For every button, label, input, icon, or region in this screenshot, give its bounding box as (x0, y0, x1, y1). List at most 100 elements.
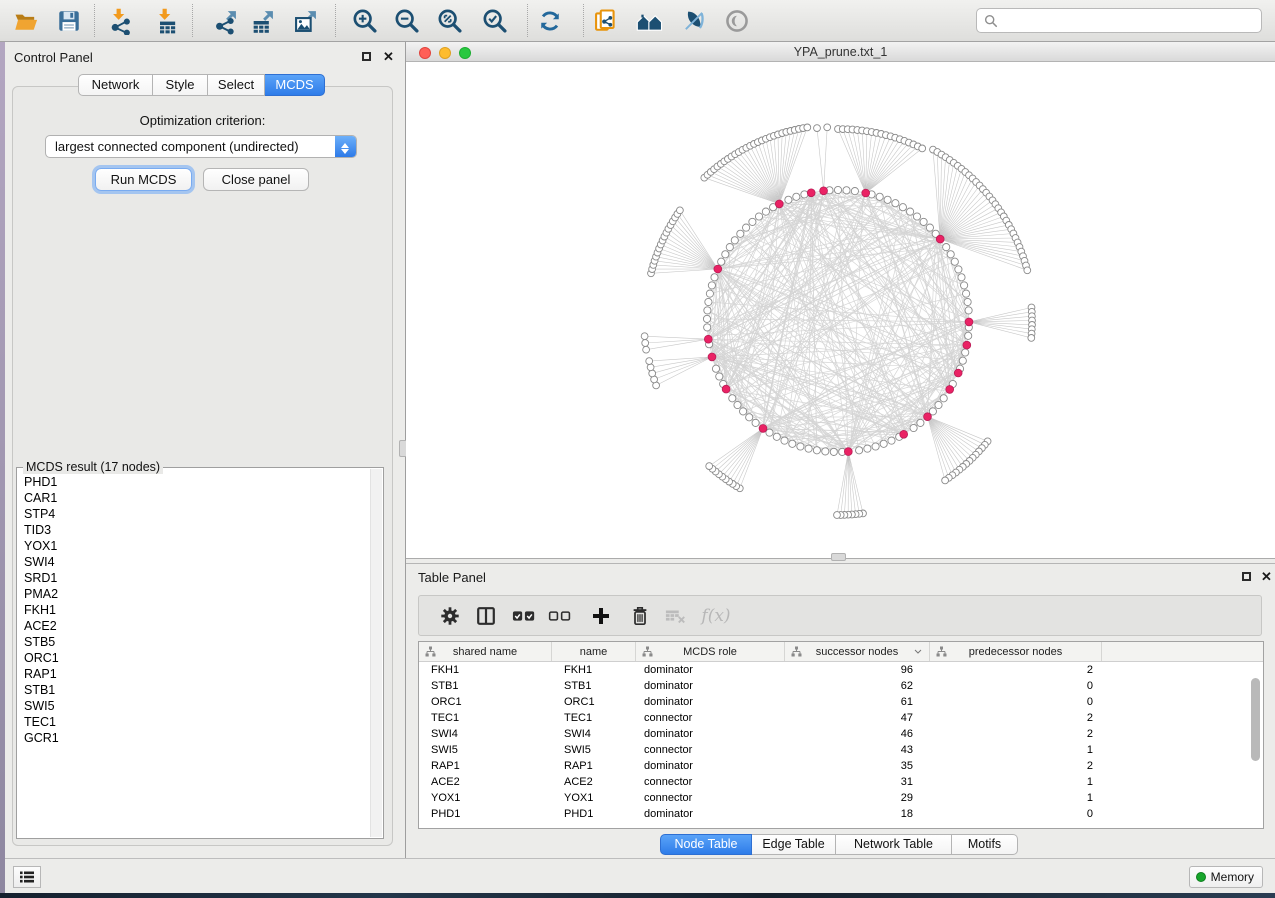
tab-network-table[interactable]: Network Table (836, 834, 952, 855)
mcds-result-item[interactable]: ORC1 (18, 650, 370, 666)
control-panel: Control Panel ✕ NetworkStyleSelectMCDS O… (5, 42, 400, 858)
mcds-result-item[interactable]: CAR1 (18, 490, 370, 506)
export-network-icon[interactable] (209, 4, 243, 38)
float-panel-icon[interactable] (362, 52, 371, 61)
search-icon (984, 14, 998, 28)
tab-network[interactable]: Network (78, 74, 153, 96)
mcds-scrollbar[interactable] (370, 469, 382, 837)
table-row[interactable]: RAP1RAP1dominator352 (419, 758, 1263, 774)
mcds-result-item[interactable]: PHD1 (18, 474, 370, 490)
mcds-result-item[interactable]: ACE2 (18, 618, 370, 634)
export-image-icon[interactable] (289, 4, 323, 38)
table-row[interactable]: FKH1FKH1dominator962 (419, 662, 1263, 678)
toolbar-separator (527, 4, 528, 37)
zoom-out-icon[interactable] (390, 4, 424, 38)
criterion-dropdown[interactable]: largest connected component (undirected) (45, 135, 357, 158)
search-input[interactable] (1003, 13, 1261, 29)
table-cell: 1 (930, 774, 1102, 790)
table-cell: ORC1 (419, 694, 552, 710)
column-header-predecessor-nodes[interactable]: predecessor nodes (930, 642, 1102, 661)
open-file-icon[interactable] (9, 4, 43, 38)
refresh-icon[interactable] (533, 4, 567, 38)
table-scrollbar-thumb[interactable] (1251, 678, 1260, 761)
table-cell: SWI5 (552, 742, 636, 758)
table-cell: RAP1 (419, 758, 552, 774)
control-panel-title: Control Panel (14, 50, 93, 65)
close-panel-button[interactable]: Close panel (203, 168, 309, 191)
run-mcds-button[interactable]: Run MCDS (95, 168, 192, 191)
horizontal-splitter-handle[interactable] (831, 553, 846, 561)
folder-back (16, 15, 35, 20)
save-session-icon[interactable] (52, 4, 86, 38)
tab-edge-table[interactable]: Edge Table (752, 834, 836, 855)
delete-column-icon[interactable] (627, 603, 653, 629)
task-history-button[interactable] (13, 866, 41, 888)
mcds-result-item[interactable]: STP4 (18, 506, 370, 522)
network-view[interactable] (406, 62, 1275, 559)
mcds-result-item[interactable]: SRD1 (18, 570, 370, 586)
toolbar-separator (94, 4, 95, 37)
table-cell: ORC1 (552, 694, 636, 710)
network-graph (406, 62, 1275, 559)
tab-mcds[interactable]: MCDS (265, 74, 325, 96)
show-columns-icon[interactable] (473, 603, 499, 629)
export-web-icon[interactable] (589, 4, 623, 38)
table-row[interactable]: PHD1PHD1dominator180 (419, 806, 1263, 822)
mcds-result-item[interactable]: SWI5 (18, 698, 370, 714)
table-row[interactable]: SWI4SWI4dominator462 (419, 726, 1263, 742)
column-header-successor-nodes[interactable]: successor nodes (785, 642, 930, 661)
table-settings-gear-icon[interactable] (437, 603, 463, 629)
mcds-result-item[interactable]: PMA2 (18, 586, 370, 602)
mcds-result-item[interactable]: TID3 (18, 522, 370, 538)
table-row[interactable]: YOX1YOX1connector291 (419, 790, 1263, 806)
table-row[interactable]: SWI5SWI5connector431 (419, 742, 1263, 758)
table-row[interactable]: ORC1ORC1dominator610 (419, 694, 1263, 710)
export-table-icon[interactable] (246, 4, 280, 38)
mcds-result-item[interactable]: FKH1 (18, 602, 370, 618)
import-network-icon[interactable] (104, 4, 138, 38)
column-header-shared-name[interactable]: shared name (419, 642, 552, 661)
select-all-icon[interactable] (511, 603, 537, 629)
import-table-icon[interactable] (150, 4, 184, 38)
table-cell: 2 (930, 726, 1102, 742)
close-panel-icon[interactable]: ✕ (1261, 571, 1272, 582)
mcds-result-item[interactable]: SWI4 (18, 554, 370, 570)
table-panel: Table Panel ✕ f(x) (406, 563, 1275, 858)
table-cell: 2 (930, 758, 1102, 774)
table-cell: connector (636, 742, 785, 758)
zoom-in-icon[interactable] (348, 4, 382, 38)
home-icon[interactable] (633, 4, 667, 38)
mcds-result-item[interactable]: YOX1 (18, 538, 370, 554)
table-cell: 2 (930, 662, 1102, 678)
mcds-result-item[interactable]: TEC1 (18, 714, 370, 730)
table-row[interactable]: TEC1TEC1connector472 (419, 710, 1263, 726)
table-row[interactable]: ACE2ACE2connector311 (419, 774, 1263, 790)
table-cell: dominator (636, 678, 785, 694)
table-cell: RAP1 (552, 758, 636, 774)
mcds-result-item[interactable]: RAP1 (18, 666, 370, 682)
optimization-criterion-label: Optimization criterion: (5, 113, 400, 128)
tab-node-table[interactable]: Node Table (660, 834, 752, 855)
create-column-icon[interactable] (588, 603, 614, 629)
zoom-selected-icon[interactable] (478, 4, 512, 38)
memory-button[interactable]: Memory (1189, 866, 1263, 888)
table-row[interactable]: STB1STB1dominator620 (419, 678, 1263, 694)
column-header-name[interactable]: name (552, 642, 636, 661)
mcds-result-item[interactable]: GCR1 (18, 730, 370, 746)
tab-select[interactable]: Select (208, 74, 265, 96)
table-cell: FKH1 (419, 662, 552, 678)
deselect-all-icon[interactable] (547, 603, 573, 629)
mcds-result-item[interactable]: STB1 (18, 682, 370, 698)
mcds-result-item[interactable]: STB5 (18, 634, 370, 650)
zoom-fit-icon[interactable] (433, 4, 467, 38)
float-panel-icon[interactable] (1242, 572, 1251, 581)
tab-motifs[interactable]: Motifs (952, 834, 1018, 855)
status-bar: Memory (5, 858, 1275, 893)
graphics-details-icon[interactable] (677, 4, 711, 38)
network-window-titlebar: YPA_prune.txt_1 (406, 42, 1275, 62)
column-header-MCDS-role[interactable]: MCDS role (636, 642, 785, 661)
close-panel-icon[interactable]: ✕ (383, 51, 394, 62)
eye-icon[interactable] (720, 4, 754, 38)
table-cell: 35 (785, 758, 930, 774)
tab-style[interactable]: Style (153, 74, 208, 96)
